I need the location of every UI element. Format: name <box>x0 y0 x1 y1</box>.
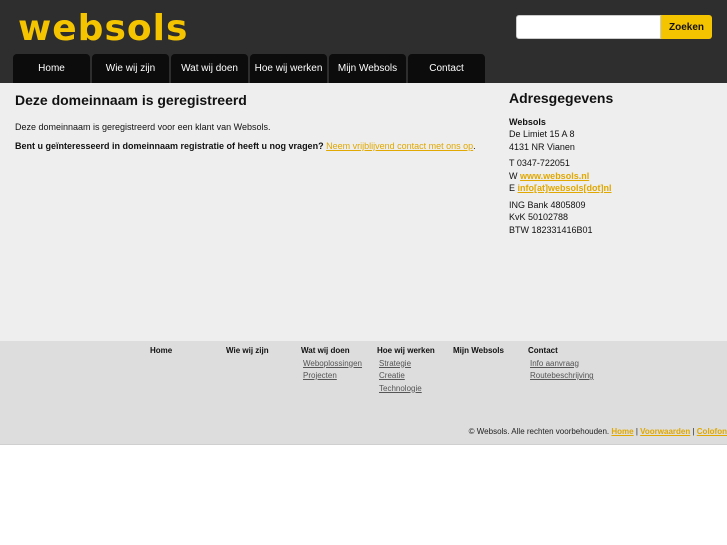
main-content: Deze domeinnaam is geregistreerd Deze do… <box>15 92 485 160</box>
footer-link-weboplossingen[interactable]: Weboplossingen <box>301 358 362 371</box>
footer-heading-hoe-wij-werken[interactable]: Hoe wij werken <box>377 345 435 358</box>
footer-link-projecten[interactable]: Projecten <box>301 370 362 383</box>
legal-link-home[interactable]: Home <box>611 427 633 436</box>
question-text: Bent u geïnteresseerd in domeinnaam regi… <box>15 141 324 151</box>
footer-link-routebeschrijving[interactable]: Routebeschrijving <box>528 370 594 383</box>
bank: ING Bank 4805809 <box>509 199 586 210</box>
contact-block: T 0347-722051 W www.websols.nl E info[at… <box>509 157 719 195</box>
main-area: Deze domeinnaam is geregistreerd Deze do… <box>0 83 727 341</box>
btw: BTW 182331416B01 <box>509 224 593 235</box>
footer-link-technologie[interactable]: Technologie <box>377 383 435 396</box>
nav-home[interactable]: Home <box>13 54 90 83</box>
copyright-text: © Websols. Alle rechten voorbehouden. <box>468 427 610 436</box>
main-nav: Home Wie wij zijn Wat wij doen Hoe wij w… <box>13 54 485 83</box>
site-header: websols Zoeken Home Wie wij zijn Wat wij… <box>0 0 727 83</box>
city: 4131 NR Vianen <box>509 141 575 152</box>
period: . <box>473 141 476 151</box>
footer-col-home: Home <box>150 345 172 358</box>
footer-heading-contact[interactable]: Contact <box>528 345 594 358</box>
web-prefix: W <box>509 170 518 181</box>
footer-heading-mijn-websols[interactable]: Mijn Websols <box>453 345 504 358</box>
kvk: KvK 50102788 <box>509 212 569 222</box>
website-link[interactable]: www.websols.nl <box>520 171 589 181</box>
nav-contact[interactable]: Contact <box>408 54 485 83</box>
footer-heading-wie-wij-zijn[interactable]: Wie wij zijn <box>226 345 269 358</box>
email-link[interactable]: info[at]websols[dot]nl <box>518 183 612 193</box>
search-button[interactable]: Zoeken <box>661 15 712 39</box>
footer-col-hoe-wij-werken: Hoe wij werken Strategie Creatie Technol… <box>377 345 435 395</box>
footer-heading-home[interactable]: Home <box>150 345 172 358</box>
nav-hoe-wij-werken[interactable]: Hoe wij werken <box>250 54 327 83</box>
nav-wie-wij-zijn[interactable]: Wie wij zijn <box>92 54 169 83</box>
email-prefix: E <box>509 183 516 193</box>
copyright-line: © Websols. Alle rechten voorbehouden. Ho… <box>469 427 727 436</box>
page-title: Deze domeinnaam is geregistreerd <box>15 92 247 108</box>
intro-text: Deze domeinnaam is geregistreerd voor ee… <box>15 122 271 132</box>
footer-link-creatie[interactable]: Creatie <box>377 370 435 383</box>
company-details: ING Bank 4805809 KvK 50102788 BTW 182331… <box>509 199 719 237</box>
footer-heading-wat-wij-doen[interactable]: Wat wij doen <box>301 345 362 358</box>
site-footer: Home Wie wij zijn Wat wij doen Weboploss… <box>0 341 727 445</box>
contact-link[interactable]: Neem vrijblijvend contact met ons op <box>326 141 473 151</box>
footer-col-wie-wij-zijn: Wie wij zijn <box>226 345 269 358</box>
legal-link-voorwaarden[interactable]: Voorwaarden <box>640 427 690 436</box>
nav-mijn-websols[interactable]: Mijn Websols <box>329 54 406 83</box>
footer-col-mijn-websols: Mijn Websols <box>453 345 504 358</box>
search-input[interactable] <box>516 15 661 39</box>
footer-col-wat-wij-doen: Wat wij doen Weboplossingen Projecten <box>301 345 362 383</box>
address-block: Websols De Limiet 15 A 8 4131 NR Vianen <box>509 116 719 154</box>
footer-col-contact: Contact Info aanvraag Routebeschrijving <box>528 345 594 383</box>
address-sidebar: Adresgegevens Websols De Limiet 15 A 8 4… <box>509 90 719 240</box>
question-paragraph: Bent u geïnteresseerd in domeinnaam regi… <box>15 141 485 152</box>
footer-link-info-aanvraag[interactable]: Info aanvraag <box>528 358 594 371</box>
company-name: Websols <box>509 116 546 127</box>
footer-link-strategie[interactable]: Strategie <box>377 358 435 371</box>
address-title: Adresgegevens <box>509 90 614 106</box>
legal-link-colofon[interactable]: Colofon <box>697 427 727 436</box>
websols-logo[interactable]: websols <box>18 8 188 49</box>
phone: T 0347-722051 <box>509 158 570 168</box>
nav-wat-wij-doen[interactable]: Wat wij doen <box>171 54 248 83</box>
street: De Limiet 15 A 8 <box>509 129 575 139</box>
